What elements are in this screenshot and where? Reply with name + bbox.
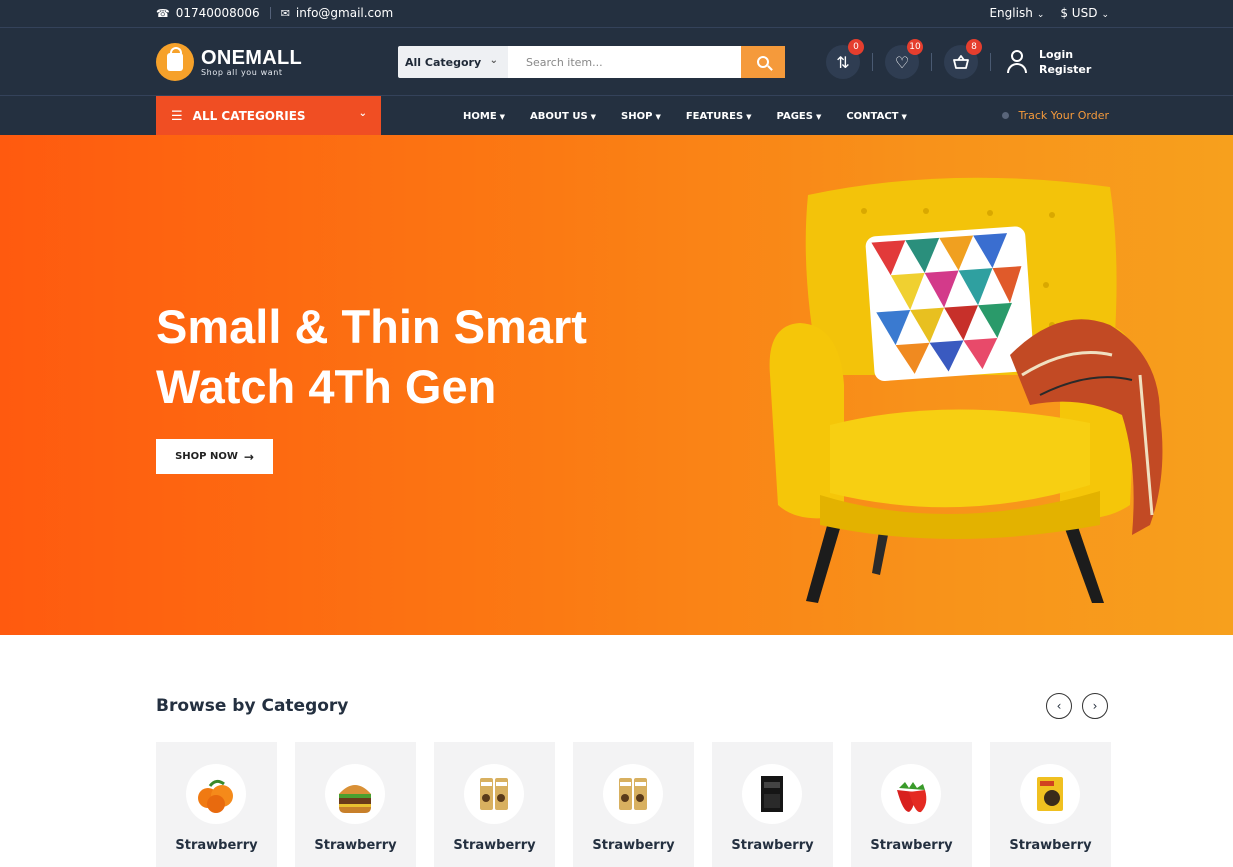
category-name: Strawberry bbox=[870, 838, 953, 853]
search-bar: All Category ⌄ bbox=[398, 46, 785, 78]
chevron-down-icon: ▼ bbox=[746, 112, 752, 121]
chevron-down-icon: ▼ bbox=[815, 112, 822, 121]
all-categories-button[interactable]: ☰ ALL CATEGORIES ⌄ bbox=[156, 96, 381, 136]
chevron-down-icon: ▼ bbox=[655, 112, 661, 121]
currency-select[interactable]: $ USD ⌄ bbox=[1060, 6, 1109, 20]
search-button[interactable] bbox=[741, 46, 785, 78]
carousel-controls: ‹ › bbox=[1046, 693, 1108, 719]
dark-chocolate-icon bbox=[742, 764, 802, 824]
email-contact[interactable]: ✉ info@gmail.com bbox=[281, 6, 394, 20]
prev-arrow-button[interactable]: ‹ bbox=[1046, 693, 1072, 719]
armchair-image bbox=[769, 177, 1163, 603]
strawberry-icon bbox=[881, 764, 941, 824]
nav-item-shop[interactable]: SHOP ▼ bbox=[621, 111, 661, 122]
section-title: Browse by Category bbox=[156, 696, 349, 716]
divider bbox=[990, 53, 991, 71]
divider bbox=[931, 53, 932, 71]
chevron-down-icon: ⌄ bbox=[1036, 10, 1045, 20]
main-nav: ☰ ALL CATEGORIES ⌄ HOME ▼ ABOUT US ▼ SHOP ▼… bbox=[0, 95, 1233, 136]
category-list: Strawberry Strawberry Strawberry Strawbe… bbox=[156, 742, 1111, 867]
nav-item-pages[interactable]: PAGES ▼ bbox=[777, 111, 822, 122]
wishlist-count-badge: 10 bbox=[907, 39, 923, 55]
burger-icon bbox=[325, 764, 385, 824]
heart-icon: ♡ bbox=[894, 52, 910, 72]
chevron-right-icon: › bbox=[1092, 699, 1098, 713]
category-card[interactable]: Strawberry bbox=[573, 742, 694, 867]
arrow-right-icon: → bbox=[243, 449, 254, 464]
cart-count-badge: 8 bbox=[966, 39, 982, 55]
category-name: Strawberry bbox=[314, 838, 397, 853]
brand-name: ONEMALL bbox=[201, 46, 302, 69]
nav-menu: HOME ▼ ABOUT US ▼ SHOP ▼ FEATURES ▼ PAGES ▼ C… bbox=[463, 96, 932, 136]
snack-bag-icon bbox=[603, 764, 663, 824]
category-card[interactable]: Strawberry bbox=[712, 742, 833, 867]
nav-item-contact[interactable]: CONTACT ▼ bbox=[846, 111, 907, 122]
language-select[interactable]: English ⌄ bbox=[989, 6, 1044, 20]
header-icons: ⇅ 0 ♡ 10 8 Login Register bbox=[826, 39, 1091, 79]
category-card[interactable]: Strawberry bbox=[295, 742, 416, 867]
snack-bag-icon bbox=[464, 764, 524, 824]
mail-icon: ✉ bbox=[280, 7, 290, 20]
divider bbox=[269, 7, 271, 19]
search-icon bbox=[757, 56, 769, 68]
cart-icon bbox=[953, 55, 969, 69]
compare-button[interactable]: ⇅ 0 bbox=[826, 39, 864, 79]
compare-count-badge: 0 bbox=[848, 39, 864, 55]
category-name: Strawberry bbox=[731, 838, 814, 853]
nav-item-about-us[interactable]: ABOUT US ▼ bbox=[530, 111, 596, 122]
shopping-bag-icon bbox=[156, 43, 194, 81]
search-input[interactable] bbox=[508, 46, 741, 78]
chevron-down-icon: ▼ bbox=[499, 112, 506, 121]
compare-icon: ⇅ bbox=[836, 52, 850, 72]
hero-banner: Small & Thin Smart Watch 4Th Gen SHOP NO… bbox=[0, 135, 1233, 635]
divider bbox=[872, 53, 873, 71]
chevron-down-icon: ▼ bbox=[901, 112, 907, 121]
hero-title: Small & Thin Smart Watch 4Th Gen bbox=[156, 300, 587, 413]
register-link[interactable]: Register bbox=[1039, 62, 1091, 77]
search-category-select[interactable]: All Category ⌄ bbox=[398, 46, 508, 78]
account-menu[interactable]: Login Register bbox=[1005, 47, 1091, 77]
login-link[interactable]: Login bbox=[1039, 47, 1091, 62]
list-icon: ☰ bbox=[171, 108, 183, 124]
phone-contact[interactable]: ☎ 01740008006 bbox=[156, 6, 260, 20]
brand-tagline: Shop all you want bbox=[201, 67, 283, 77]
nav-item-features[interactable]: FEATURES ▼ bbox=[686, 111, 752, 122]
category-card[interactable]: Strawberry bbox=[990, 742, 1111, 867]
nav-item-home[interactable]: HOME ▼ bbox=[463, 111, 505, 122]
main-header: ONEMALL Shop all you want All Category ⌄… bbox=[0, 27, 1233, 95]
category-card[interactable]: Strawberry bbox=[156, 742, 277, 867]
category-name: Strawberry bbox=[453, 838, 536, 853]
chevron-down-icon: ⌄ bbox=[489, 55, 498, 66]
oranges-icon bbox=[186, 764, 246, 824]
shop-now-button[interactable]: SHOP NOW → bbox=[156, 439, 273, 474]
phone-icon: ☎ bbox=[156, 7, 170, 20]
chevron-down-icon: ⌄ bbox=[358, 108, 367, 119]
category-name: Strawberry bbox=[1009, 838, 1092, 853]
logo[interactable]: ONEMALL Shop all you want bbox=[156, 43, 302, 81]
next-arrow-button[interactable]: › bbox=[1082, 693, 1108, 719]
chevron-down-icon: ⌄ bbox=[1101, 10, 1109, 20]
track-order-link[interactable]: Track Your Order bbox=[1002, 109, 1109, 122]
category-card[interactable]: Strawberry bbox=[851, 742, 972, 867]
top-bar: ☎ 01740008006 ✉ info@gmail.com English ⌄ $ … bbox=[0, 0, 1233, 27]
cart-button[interactable]: 8 bbox=[944, 39, 982, 79]
user-icon bbox=[1005, 49, 1029, 75]
category-card[interactable]: Strawberry bbox=[434, 742, 555, 867]
seed-pack-icon bbox=[1020, 764, 1080, 824]
dot-icon bbox=[1002, 112, 1010, 119]
wishlist-button[interactable]: ♡ 10 bbox=[885, 39, 923, 79]
category-name: Strawberry bbox=[175, 838, 258, 853]
chevron-down-icon: ▼ bbox=[590, 112, 597, 121]
chevron-left-icon: ‹ bbox=[1056, 699, 1062, 713]
category-name: Strawberry bbox=[592, 838, 675, 853]
